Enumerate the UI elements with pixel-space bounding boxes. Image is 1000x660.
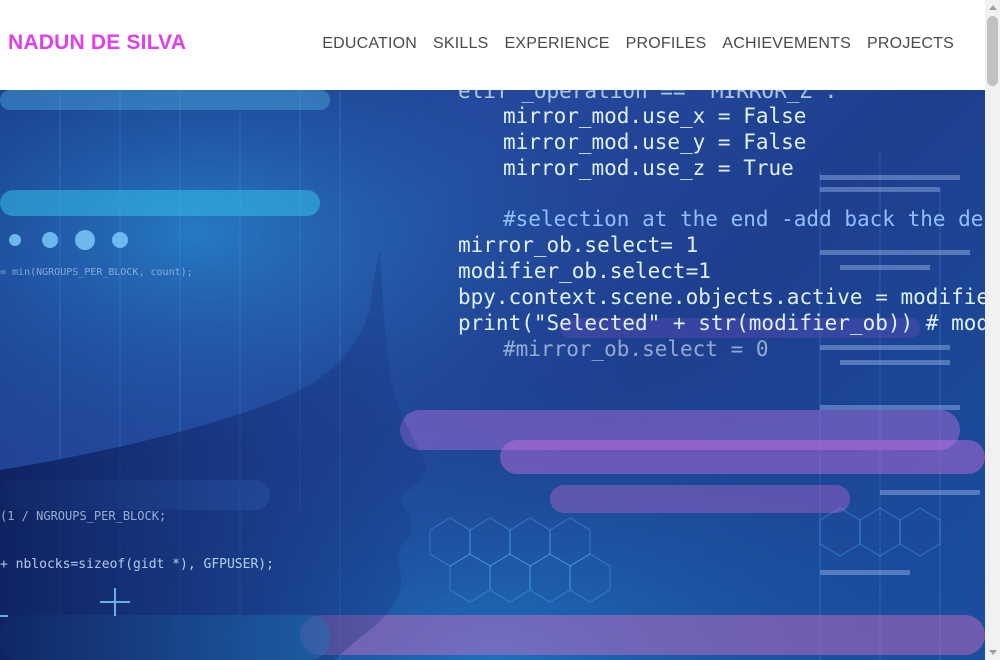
brand-logo-link[interactable]: NADUN DE SILVA: [8, 31, 186, 55]
nav-item-achievements: ACHIEVEMENTS: [722, 35, 851, 53]
page-scrollbar[interactable]: [985, 0, 1000, 660]
code-line-3: mirror_mod.use_y = False: [503, 130, 806, 154]
left-code-line-2: (1 / NGROUPS_PER_BLOCK;: [0, 509, 166, 523]
hero-banner-image: + nblocks=sizeof(gidt *), GFPUSER); (1 /…: [0, 90, 985, 660]
nav-link-achievements[interactable]: ACHIEVEMENTS: [722, 35, 851, 52]
site-header: NADUN DE SILVA EDUCATION SKILLS EXPERIEN…: [0, 0, 985, 90]
left-code-line-3: = min(NGROUPS_PER_BLOCK, count);: [0, 267, 193, 278]
code-line-7: modifier_ob.select=1: [458, 259, 711, 283]
code-line-5: #selection at the end -add back the dese…: [503, 207, 985, 231]
scroll-thumb[interactable]: [987, 16, 998, 86]
left-code-line-1: + nblocks=sizeof(gidt *), GFPUSER);: [0, 557, 274, 572]
nav-link-profiles[interactable]: PROFILES: [626, 35, 707, 52]
code-line-6: mirror_ob.select= 1: [458, 233, 698, 257]
code-line-8: bpy.context.scene.objects.active = modif…: [458, 285, 985, 309]
code-line-10: #mirror_ob.select = 0: [503, 337, 769, 361]
scroll-up-arrow-icon[interactable]: [985, 0, 1000, 15]
scroll-down-arrow-icon[interactable]: [985, 645, 1000, 660]
nav-item-education: EDUCATION: [322, 35, 417, 53]
nav-link-experience[interactable]: EXPERIENCE: [505, 35, 610, 52]
nav-link-education[interactable]: EDUCATION: [322, 35, 417, 52]
nav-link-projects[interactable]: PROJECTS: [867, 35, 954, 52]
code-line-1: elif _operation == "MIRROR_Z":: [458, 90, 837, 103]
code-line-9: print("Selected" + str(modifier_ob)) # m…: [458, 311, 985, 335]
code-line-4: mirror_mod.use_z = True: [503, 156, 794, 180]
hero-code-background: + nblocks=sizeof(gidt *), GFPUSER); (1 /…: [0, 90, 985, 660]
nav-item-skills: SKILLS: [433, 35, 488, 53]
main-nav: EDUCATION SKILLS EXPERIENCE PROFILES ACH…: [322, 35, 954, 53]
page: NADUN DE SILVA EDUCATION SKILLS EXPERIEN…: [0, 0, 1000, 660]
nav-item-projects: PROJECTS: [867, 35, 954, 53]
code-line-2: mirror_mod.use_x = False: [503, 104, 806, 128]
nav-item-experience: EXPERIENCE: [505, 35, 610, 53]
nav-item-profiles: PROFILES: [626, 35, 707, 53]
nav-link-skills[interactable]: SKILLS: [433, 35, 488, 52]
